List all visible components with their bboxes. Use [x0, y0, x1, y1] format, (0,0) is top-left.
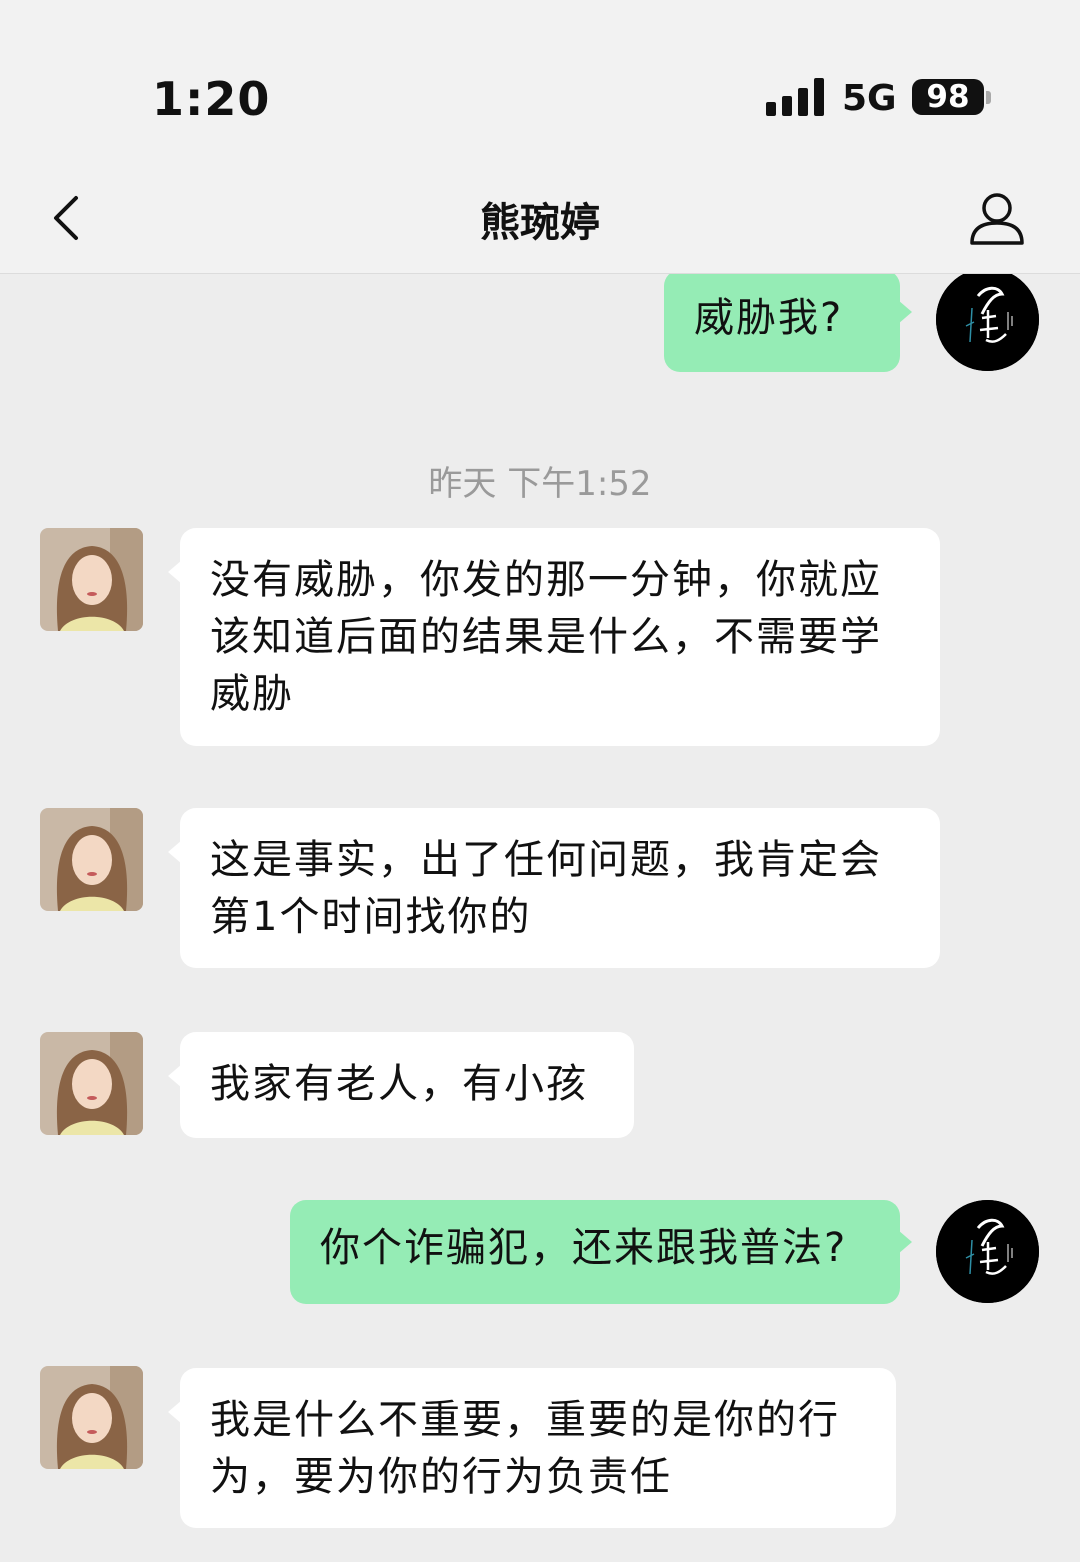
message-bubble-outgoing[interactable]: 威胁我? [664, 274, 912, 372]
message-bubble-outgoing[interactable]: 你个诈骗犯，还来跟我普法? [290, 1200, 912, 1304]
message-bubble-incoming[interactable]: 我是什么不重要，重要的是你的行 为，要为你的行为负责任 [168, 1368, 896, 1528]
battery-tip [986, 91, 991, 104]
contact-photo-icon [40, 808, 143, 911]
chat-title: 熊琬婷 [480, 200, 600, 246]
contact-photo-icon [40, 1032, 143, 1135]
contact-avatar[interactable] [40, 528, 143, 631]
network-type: 5G [842, 78, 897, 119]
message-bubble-incoming[interactable]: 没有威胁，你发的那一分钟，你就应 该知道后面的结果是什么，不需要学 威胁 [168, 528, 940, 746]
message-line: 该知道后面的结果是什么，不需要学 [210, 614, 882, 660]
message-line: 我是什么不重要，重要的是你的行 [210, 1397, 840, 1443]
message-line: 我家有老人，有小孩 [210, 1061, 588, 1107]
contact-avatar[interactable] [40, 1366, 143, 1469]
message-line: 这是事实，出了任何问题，我肯定会 [210, 837, 882, 883]
signal-icon [766, 78, 824, 116]
message-list[interactable]: 威胁我? 昨天 下午1:52 没有威胁，你发的那一分钟，你就应 该知道后面的结果… [0, 274, 1080, 1562]
contact-photo-icon [40, 1366, 143, 1469]
message-text: 威胁我? [694, 295, 844, 341]
my-avatar[interactable] [936, 274, 1039, 371]
contact-photo-icon [40, 528, 143, 631]
message-line: 第1个时间找你的 [210, 894, 532, 940]
timestamp: 昨天 下午1:52 [428, 464, 652, 504]
profile-button[interactable] [966, 188, 1028, 250]
status-time: 1:20 [152, 72, 271, 126]
status-bar: 1:20 5G 98 [0, 0, 1080, 170]
person-icon [970, 193, 1024, 245]
calligraphy-logo-icon [936, 1200, 1039, 1303]
contact-avatar[interactable] [40, 1032, 143, 1135]
message-line: 威胁 [210, 671, 294, 717]
battery-icon: 98 [912, 79, 984, 115]
chat-header: 熊琬婷 [0, 170, 1080, 274]
message-bubble-incoming[interactable]: 我家有老人，有小孩 [168, 1032, 634, 1138]
message-line: 没有威胁，你发的那一分钟，你就应 [210, 557, 882, 603]
calligraphy-logo-icon [936, 274, 1039, 371]
message-text: 你个诈骗犯，还来跟我普法? [320, 1225, 848, 1271]
contact-avatar[interactable] [40, 808, 143, 911]
my-avatar[interactable] [936, 1200, 1039, 1303]
message-line: 为，要为你的行为负责任 [210, 1454, 672, 1500]
message-bubble-incoming[interactable]: 这是事实，出了任何问题，我肯定会 第1个时间找你的 [168, 808, 940, 968]
